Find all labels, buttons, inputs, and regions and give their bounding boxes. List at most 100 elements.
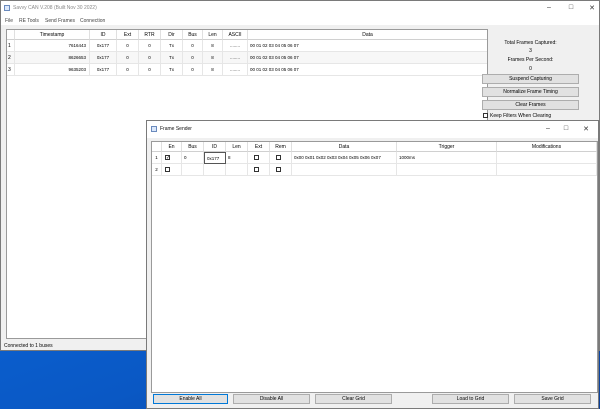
cell-id: 0x177 (90, 40, 117, 52)
cell-modifications[interactable] (497, 152, 597, 164)
suspend-capturing-button[interactable]: Suspend Capturing (482, 74, 579, 84)
cell-bus: 0 (183, 40, 203, 52)
col-data[interactable]: Data (248, 30, 487, 40)
keep-filters-label: Keep Filters When Clearing (490, 113, 552, 119)
col-data[interactable]: Data (292, 142, 397, 152)
clear-frames-button[interactable]: Clear Frames (482, 100, 579, 110)
col-bus[interactable]: Bus (182, 142, 204, 152)
sender-grid[interactable]: En Bus ID Len Ext Rem Data Trigger Modif… (151, 141, 598, 393)
cell-ext: 0 (117, 52, 139, 64)
menu-send-frames[interactable]: Send Frames (45, 18, 75, 24)
sender-title: Frame Sender (160, 126, 192, 132)
close-icon[interactable]: ✕ (579, 125, 593, 133)
col-ext[interactable]: Ext (248, 142, 270, 152)
disable-all-button[interactable]: Disable All (233, 394, 310, 404)
cell-rem[interactable] (270, 164, 292, 176)
cell-bus: 0 (183, 64, 203, 76)
minimize-icon[interactable]: – (541, 125, 555, 132)
col-ascii[interactable]: ASCII (223, 30, 248, 40)
col-len[interactable]: Len (226, 142, 248, 152)
rem-checkbox[interactable] (276, 155, 281, 160)
total-frames-value: 3 (529, 48, 532, 54)
cell-ext[interactable] (248, 152, 270, 164)
cell-len: 8 (203, 64, 223, 76)
keep-filters-checkbox[interactable] (483, 113, 488, 118)
cell-dir: Tx (161, 40, 183, 52)
col-rem[interactable]: Rem (270, 142, 292, 152)
cell-modifications[interactable] (497, 164, 597, 176)
app-icon (151, 126, 157, 132)
sender-titlebar[interactable]: Frame Sender – □ ✕ (147, 121, 598, 138)
cell-rem[interactable] (270, 152, 292, 164)
table-row[interactable]: 3 9635203 0x177 0 0 Tx 0 8 ........ 00 0… (7, 64, 487, 76)
window-title: Savvy CAN V.208 (Built Nov 30 2022) (13, 5, 97, 11)
cell-timestamp: 8626653 (15, 52, 90, 64)
col-dir[interactable]: Dir (161, 30, 183, 40)
enable-checkbox[interactable]: ✓ (165, 155, 170, 161)
cell-data: 00 01 02 03 04 05 06 07 (248, 40, 487, 52)
cell-dir: Tx (161, 64, 183, 76)
cell-timestamp: 9635203 (15, 64, 90, 76)
normalize-timing-button[interactable]: Normalize Frame Timing (482, 87, 579, 97)
ext-checkbox[interactable] (254, 167, 259, 172)
cell-bus[interactable]: 0 (182, 152, 204, 164)
row-number: 1 (152, 152, 162, 164)
cell-bus[interactable] (182, 164, 204, 176)
cell-data[interactable]: 0x00 0x01 0x02 0x03 0x04 0x05 0x06 0x07 (292, 152, 397, 164)
cell-timestamp: 7616443 (15, 40, 90, 52)
cell-len[interactable] (226, 164, 248, 176)
ext-checkbox[interactable] (254, 155, 259, 160)
fps-label: Frames Per Second: (507, 57, 554, 63)
cell-trigger[interactable]: 1000ms (397, 152, 497, 164)
cell-len: 8 (203, 52, 223, 64)
col-len[interactable]: Len (203, 30, 223, 40)
cell-bus: 0 (183, 52, 203, 64)
cell-len[interactable]: 8 (226, 152, 248, 164)
cell-data[interactable] (292, 164, 397, 176)
app-icon (4, 5, 10, 11)
save-grid-button[interactable]: Save Grid (514, 394, 591, 404)
cell-id[interactable] (204, 164, 226, 176)
menu-bar: File RE Tools Send Frames Connection (1, 16, 599, 25)
col-ext[interactable]: Ext (117, 30, 139, 40)
clear-grid-button[interactable]: Clear Grid (315, 394, 392, 404)
col-rtr[interactable]: RTR (139, 30, 161, 40)
frame-sender-window: Frame Sender – □ ✕ En Bus ID Len Ext Rem… (146, 120, 599, 409)
table-row[interactable]: 2 8626653 0x177 0 0 Tx 0 8 ........ 00 0… (7, 52, 487, 64)
col-trigger[interactable]: Trigger (397, 142, 497, 152)
cell-ascii: ........ (223, 52, 248, 64)
col-modifications[interactable]: Modifications (497, 142, 597, 152)
enable-checkbox[interactable] (165, 167, 170, 172)
cell-rtr: 0 (139, 40, 161, 52)
cell-id: 0x177 (90, 64, 117, 76)
enable-all-button[interactable]: Enable All (153, 394, 228, 404)
minimize-icon[interactable]: – (542, 4, 556, 11)
cell-ext[interactable] (248, 164, 270, 176)
col-id[interactable]: ID (90, 30, 117, 40)
rem-checkbox[interactable] (276, 167, 281, 172)
cell-en[interactable] (162, 164, 182, 176)
col-id[interactable]: ID (204, 142, 226, 152)
menu-file[interactable]: File (5, 18, 13, 24)
cell-dir: Tx (161, 52, 183, 64)
table-row[interactable]: 1 ✓ 0 0x177 8 0x00 0x01 0x02 0x03 0x04 0… (152, 152, 597, 164)
col-en[interactable]: En (162, 142, 182, 152)
close-icon[interactable]: ✕ (585, 4, 599, 12)
main-titlebar[interactable]: Savvy CAN V.208 (Built Nov 30 2022) – □ … (1, 1, 599, 16)
table-row[interactable]: 1 7616443 0x177 0 0 Tx 0 8 ........ 00 0… (7, 40, 487, 52)
load-to-grid-button[interactable]: Load to Grid (432, 394, 509, 404)
col-bus[interactable]: Bus (183, 30, 203, 40)
table-row[interactable]: 2 (152, 164, 597, 176)
cell-en[interactable]: ✓ (162, 152, 182, 164)
menu-connection[interactable]: Connection (80, 18, 105, 24)
corner-header (152, 142, 162, 152)
total-frames-label: Total Frames Captured: (504, 40, 557, 46)
col-timestamp[interactable]: Timestamp (15, 30, 90, 40)
menu-re-tools[interactable]: RE Tools (19, 18, 39, 24)
cell-trigger[interactable] (397, 164, 497, 176)
cell-len: 8 (203, 40, 223, 52)
maximize-icon[interactable]: □ (559, 125, 573, 132)
row-number: 2 (7, 52, 15, 64)
cell-id[interactable]: 0x177 (204, 152, 226, 164)
maximize-icon[interactable]: □ (564, 4, 578, 11)
